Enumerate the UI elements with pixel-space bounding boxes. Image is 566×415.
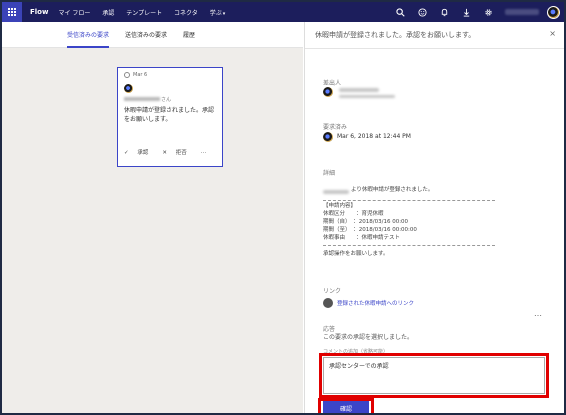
tab-sent[interactable]: 送信済みの要求	[125, 22, 167, 48]
approval-tabs: 受信済みの要求 送信済みの要求 履歴	[2, 22, 303, 48]
details-line: 期間（至） ：2018/03/16 00:00:00	[323, 227, 417, 233]
request-link[interactable]: 登録された休暇申請へのリンク	[337, 299, 414, 307]
tab-history[interactable]: 履歴	[183, 22, 195, 48]
reject-label: 拒否	[175, 150, 187, 156]
requester-name-redacted	[323, 190, 349, 194]
panel-divider	[305, 48, 564, 49]
comment-input[interactable]: 承認センターでの承認	[323, 357, 545, 394]
confirm-button[interactable]: 確認	[323, 401, 369, 413]
link-icon	[323, 298, 333, 308]
app-launcher-icon[interactable]	[2, 2, 22, 22]
card-message: 休暇申請が登録されました。承認をお願いします。	[124, 107, 215, 123]
download-icon[interactable]	[455, 2, 477, 22]
top-icons	[389, 2, 564, 22]
chevron-down-icon: ▾	[222, 10, 226, 17]
card-date-text: Mar 6	[133, 72, 148, 78]
user-name-redacted	[505, 9, 539, 15]
approval-detail-panel: 休暇申請が登録されました。承認をお願いします。 × 差出人 要求済み Mar 6…	[304, 22, 564, 413]
details-divider-bottom	[323, 245, 495, 246]
nav-connectors[interactable]: コネクタ	[174, 8, 198, 17]
approvals-list-pane: 受信済みの要求 送信済みの要求 履歴 Mar 6 さん 休暇申請が登録されました…	[2, 22, 303, 413]
sender-avatar	[124, 84, 133, 93]
requester-avatar	[323, 132, 333, 142]
sender-email-redacted	[339, 95, 395, 98]
nav-approvals[interactable]: 承認	[102, 8, 114, 17]
clock-icon	[124, 72, 130, 78]
bell-icon[interactable]	[433, 2, 455, 22]
sender-avatar	[323, 87, 333, 97]
card-actions: ✓ 承認 ✕ 拒否 …	[124, 148, 213, 156]
details-line: 期間（自） ：2018/03/16 00:00	[323, 219, 409, 225]
card-date: Mar 6	[124, 72, 216, 78]
smiley-icon[interactable]	[411, 2, 433, 22]
nav-learn-label: 学ぶ	[209, 9, 222, 17]
gear-icon[interactable]	[477, 2, 499, 22]
details-line: 休暇区分 ：育児休暇	[323, 211, 384, 217]
card-sender: さん	[124, 93, 216, 103]
response-prompt: この要求の承認を選択しました。	[323, 334, 414, 341]
requested-date: Mar 6, 2018 at 12:44 PM	[337, 133, 411, 140]
nav-my-flows[interactable]: マイ フロー	[58, 8, 90, 17]
sender-name-redacted	[124, 97, 160, 101]
top-bar: Flow マイ フロー 承認 テンプレート コネクタ 学ぶ▾	[2, 2, 564, 22]
sender-name-redacted	[339, 88, 379, 92]
tab-received[interactable]: 受信済みの要求	[67, 22, 110, 48]
app-window: Flow マイ フロー 承認 テンプレート コネクタ 学ぶ▾ 受信済みの要求 送…	[0, 0, 566, 415]
details-label: 詳細	[323, 170, 336, 177]
top-nav: マイ フロー 承認 テンプレート コネクタ 学ぶ▾	[58, 8, 235, 17]
details-footer: 承認操作をお願いします。	[323, 251, 389, 257]
details-line: 休暇事由 ：休暇申請テスト	[323, 235, 401, 241]
user-avatar[interactable]	[547, 5, 560, 19]
details-intro: より休暇申請が登録されました。	[351, 187, 434, 193]
nav-learn[interactable]: 学ぶ▾	[210, 8, 226, 17]
brand-title[interactable]: Flow	[30, 8, 48, 16]
reject-button[interactable]: ✕ 拒否	[162, 148, 193, 156]
more-options-icon[interactable]: …	[534, 309, 542, 318]
check-icon: ✓	[124, 150, 131, 156]
nav-templates[interactable]: テンプレート	[126, 8, 162, 17]
requested-label: 要求済み	[323, 124, 348, 131]
approval-card[interactable]: Mar 6 さん 休暇申請が登録されました。承認をお願いします。 ✓ 承認 ✕ …	[117, 67, 223, 167]
more-options-icon[interactable]: …	[201, 149, 207, 155]
approve-button[interactable]: ✓ 承認	[124, 148, 155, 156]
sender-label: 差出人	[323, 80, 342, 87]
close-icon: ✕	[162, 150, 169, 156]
comment-label: コメントの追加（省略可能）	[323, 349, 389, 355]
link-label: リンク	[323, 288, 342, 295]
details-divider-top	[323, 200, 495, 201]
approve-label: 承認	[137, 150, 149, 156]
sender-suffix: さん	[161, 97, 172, 103]
close-icon[interactable]: ×	[549, 29, 556, 38]
details-header: 【申請内容】	[323, 203, 357, 209]
search-icon[interactable]	[389, 2, 411, 22]
panel-title: 休暇申請が登録されました。承認をお願いします。	[315, 31, 476, 39]
